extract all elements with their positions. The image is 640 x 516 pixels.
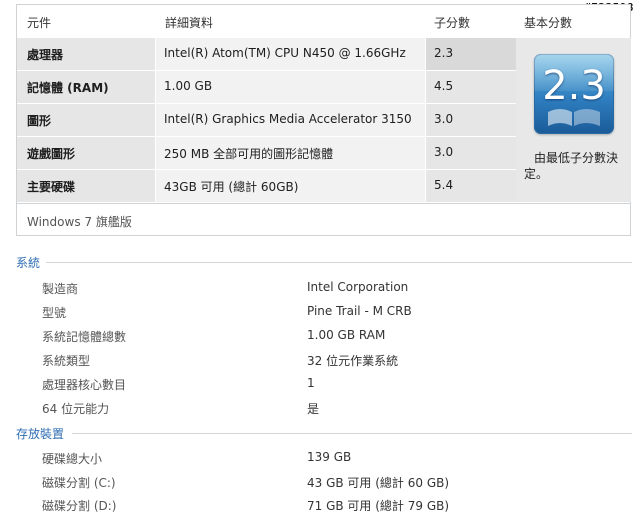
system-item-value: 1 <box>307 376 315 390</box>
experience-index-table: 元件 詳細資料 子分數 基本分數 處理器 Intel(R) Atom(TM) C… <box>16 4 631 236</box>
base-score-value: 2.3 <box>542 63 606 109</box>
table-row: 處理器 Intel(R) Atom(TM) CPU N450 @ 1.66GHz… <box>17 38 516 70</box>
system-item-label: 處理器核心數目 <box>42 378 127 392</box>
component-label: 主要硬碟 <box>17 170 155 202</box>
storage-item-value: 43 GB 可用 (總計 60 GB) <box>307 476 450 490</box>
system-item-label: 系統類型 <box>42 354 91 368</box>
section-divider <box>72 433 632 434</box>
table-row: 圖形 Intel(R) Graphics Media Accelerator 3… <box>17 104 516 136</box>
system-item-value: 是 <box>307 402 320 416</box>
system-item-label: 型號 <box>42 306 67 320</box>
section-title-storage: 存放裝置 <box>16 427 65 441</box>
system-item-value: Intel Corporation <box>307 280 409 294</box>
header-subscore: 子分數 <box>434 16 471 30</box>
header-base-score: 基本分數 <box>524 16 573 30</box>
system-item-value: Pine Trail - M CRB <box>307 304 412 318</box>
component-details: Intel(R) Atom(TM) CPU N450 @ 1.66GHz <box>156 38 425 70</box>
component-subscore: 3.0 <box>426 104 516 136</box>
base-score-badge: 2.3 <box>534 54 614 134</box>
component-details: 1.00 GB <box>156 71 425 103</box>
component-details: 43GB 可用 (總計 60GB) <box>156 170 425 202</box>
system-item-label: 64 位元能力 <box>42 402 110 416</box>
component-subscore: 2.3 <box>426 38 516 70</box>
storage-item-label: 硬碟總大小 <box>42 452 103 466</box>
header-component: 元件 <box>27 16 52 30</box>
component-label: 記憶體 (RAM) <box>17 71 155 103</box>
table-row: 記憶體 (RAM) 1.00 GB 4.5 <box>17 71 516 103</box>
windows-logo-icon <box>548 109 600 126</box>
component-label: 遊戲圖形 <box>17 137 155 169</box>
base-score-note: 由最低子分數決定。 <box>524 151 619 181</box>
system-item-value: 1.00 GB RAM <box>307 328 386 342</box>
system-item-value: 32 位元作業系統 <box>307 354 399 368</box>
system-item-label: 製造商 <box>42 282 79 296</box>
component-label: 處理器 <box>17 38 155 70</box>
section-title-system: 系統 <box>16 256 41 270</box>
windows-edition: Windows 7 旗艦版 <box>17 203 631 236</box>
component-subscore: 5.4 <box>426 170 516 202</box>
component-label: 圖形 <box>17 104 155 136</box>
storage-item-label: 磁碟分割 (C:) <box>42 476 116 490</box>
base-score-panel: 2.3 由最低子分數決定。 <box>516 38 631 202</box>
storage-item-value: 71 GB 可用 (總計 79 GB) <box>307 499 450 513</box>
component-subscore: 4.5 <box>426 71 516 103</box>
table-row: 主要硬碟 43GB 可用 (總計 60GB) 5.4 <box>17 170 516 202</box>
table-header: 元件 詳細資料 子分數 基本分數 <box>17 5 630 37</box>
component-details: 250 MB 全部可用的圖形記憶體 <box>156 137 425 169</box>
header-details: 詳細資料 <box>165 16 214 30</box>
storage-item-value: 139 GB <box>307 450 352 464</box>
section-divider <box>46 262 632 263</box>
system-item-label: 系統記憶體總數 <box>42 330 127 344</box>
storage-item-label: 磁碟分割 (D:) <box>42 499 117 513</box>
component-subscore: 3.0 <box>426 137 516 169</box>
component-details: Intel(R) Graphics Media Accelerator 3150 <box>156 104 425 136</box>
table-row: 遊戲圖形 250 MB 全部可用的圖形記憶體 3.0 <box>17 137 516 169</box>
